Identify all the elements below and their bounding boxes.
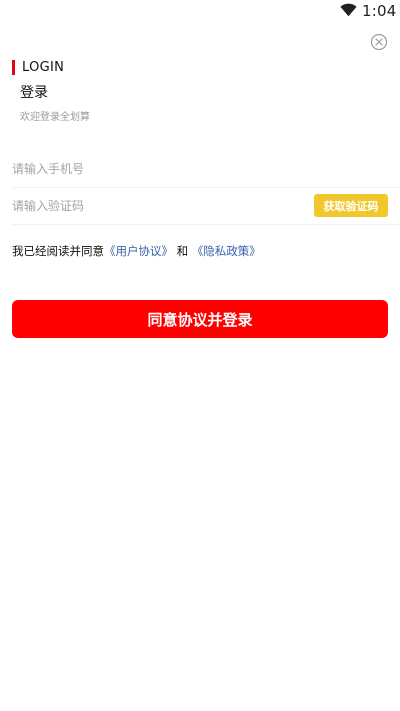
agreement-text: 我已经阅读并同意《用户协议》 和 《隐私政策》 [12,243,261,259]
get-code-button[interactable]: 获取验证码 [314,194,388,217]
close-circle-icon [370,33,388,51]
agreement-prefix: 我已经阅读并同意 [12,244,104,258]
page-title: 登录 [20,85,48,101]
verification-code-input[interactable] [12,187,302,225]
user-agreement-link[interactable]: 《用户协议》 [104,244,173,258]
code-field-row: 获取验证码 [12,187,400,225]
welcome-subtitle: 欢迎登录全划算 [20,112,90,123]
privacy-policy-link[interactable]: 《隐私政策》 [192,244,261,258]
phone-input[interactable] [12,150,302,188]
page-title-en: LOGIN [22,60,65,75]
agreement-conjunction: 和 [173,244,192,258]
status-bar: 1:04 [0,0,400,22]
wifi-icon [340,3,357,17]
phone-field-row [12,150,400,188]
close-button[interactable] [370,33,388,51]
agree-and-login-button[interactable]: 同意协议并登录 [12,300,388,338]
title-accent-bar [12,60,15,75]
status-time: 1:04 [362,2,397,20]
